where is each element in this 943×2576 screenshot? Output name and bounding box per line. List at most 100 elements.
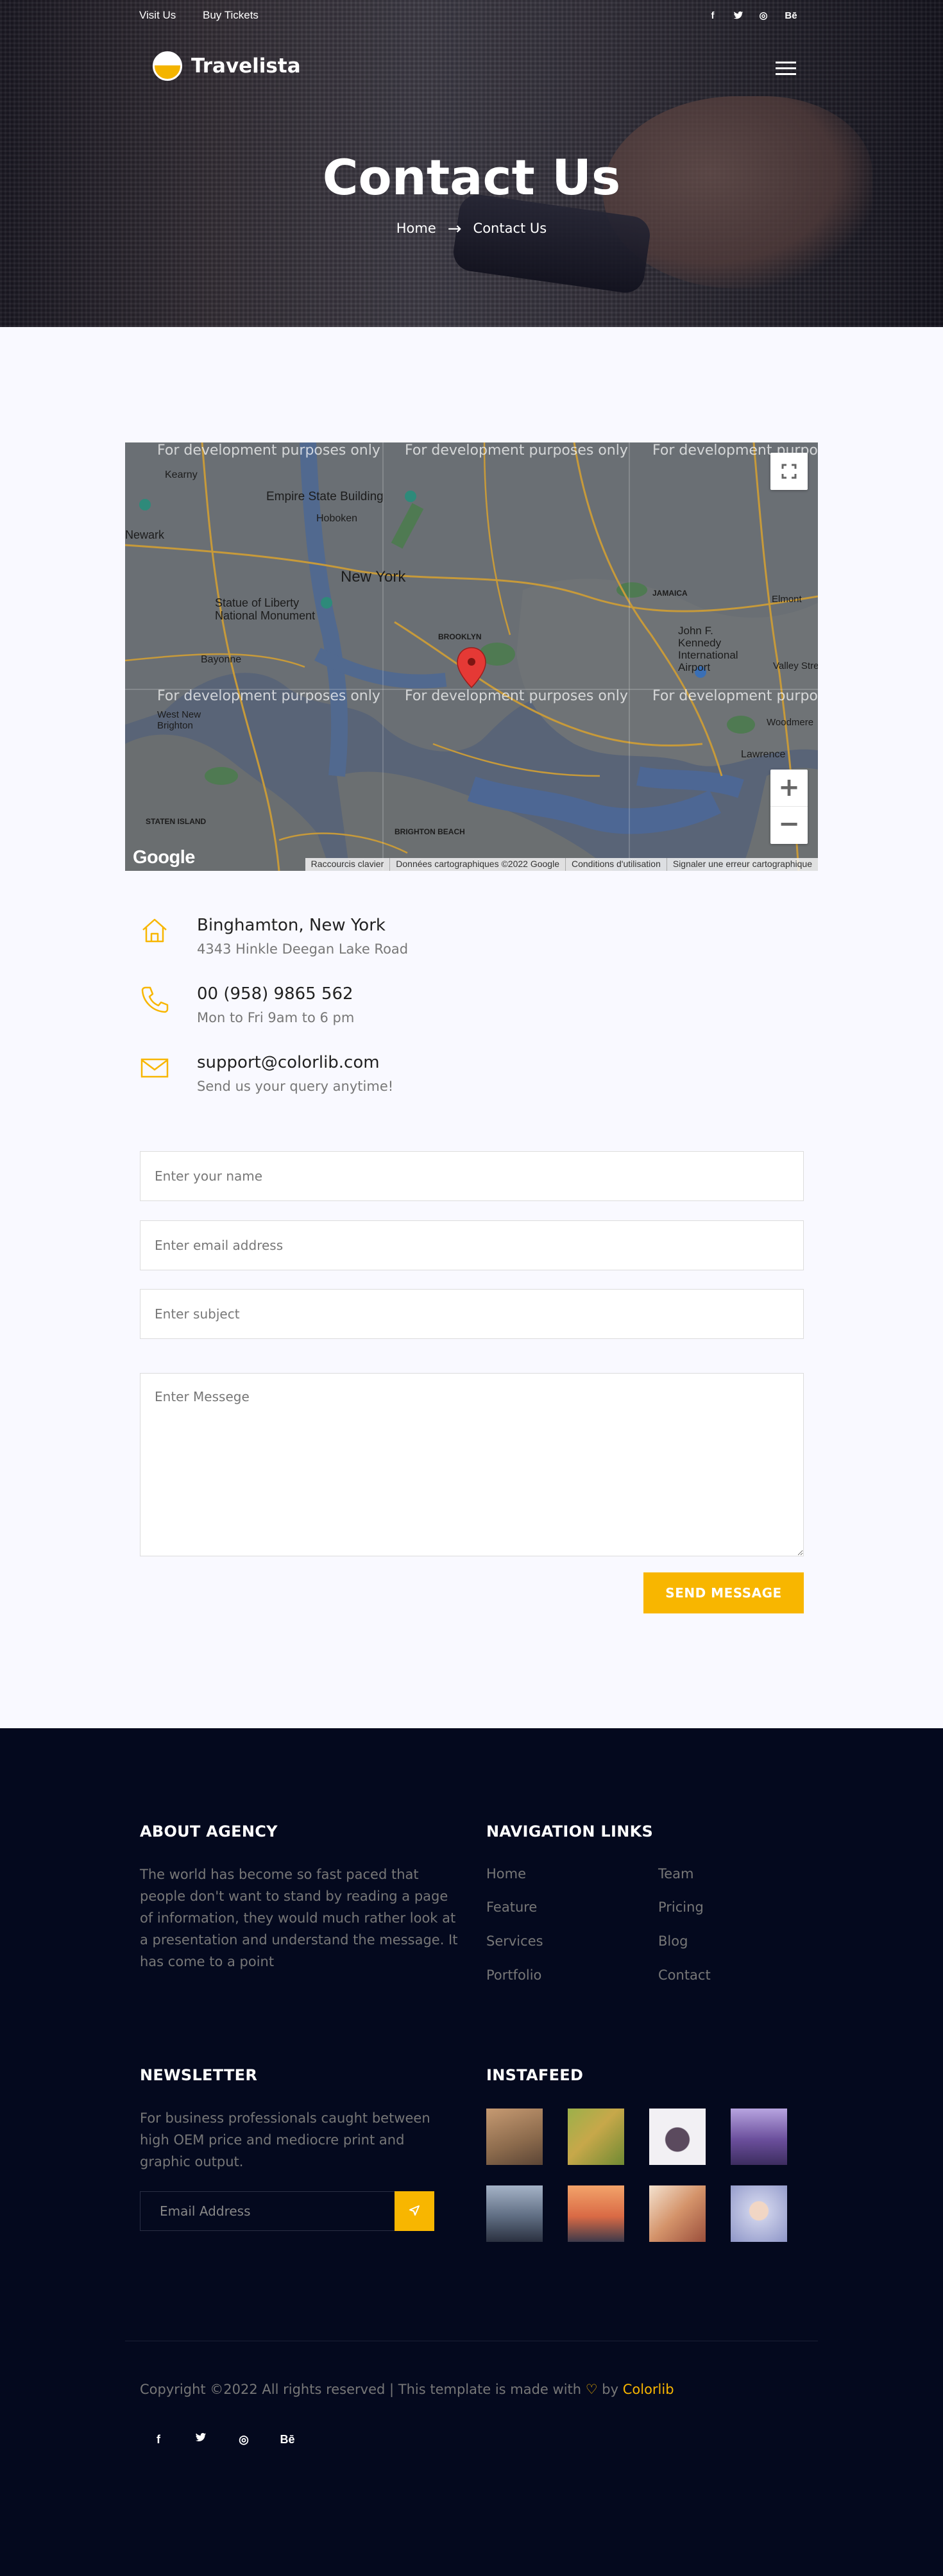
instafeed-heading: INSTAFEED xyxy=(486,2066,584,2084)
facebook-icon[interactable]: f xyxy=(151,2432,166,2447)
instafeed-photo[interactable] xyxy=(568,2185,624,2242)
footer-nav-feature[interactable]: Feature xyxy=(486,1899,537,1915)
map-label: Kearny xyxy=(165,469,198,480)
map-attribution: Raccourcis clavier Données cartographiqu… xyxy=(305,858,818,871)
report-error-link[interactable]: Signaler une erreur cartographique xyxy=(666,858,818,871)
hero-banner: Visit Us Buy Tickets f ◎ Bē Travelista C… xyxy=(0,0,943,327)
breadcrumb-home-link[interactable]: Home xyxy=(396,221,436,236)
name-field[interactable] xyxy=(140,1151,804,1201)
newsletter-heading: NEWSLETTER xyxy=(140,2066,258,2084)
newsletter-text: For business professionals caught betwee… xyxy=(140,2110,430,2169)
map-label: JAMAICA xyxy=(652,589,688,598)
paper-plane-icon xyxy=(409,2205,420,2216)
map-dev-notice: For development purposes only xyxy=(405,688,628,704)
address-title: Binghamton, New York xyxy=(197,916,386,935)
footer-nav-services[interactable]: Services xyxy=(486,1933,543,1949)
visit-us-link[interactable]: Visit Us xyxy=(139,9,176,22)
instafeed-photo[interactable] xyxy=(568,2109,624,2165)
send-message-button[interactable]: SEND MESSAGE xyxy=(643,1572,804,1613)
breadcrumb-current-link[interactable]: Contact Us xyxy=(473,221,547,236)
heart-icon: ♡ xyxy=(585,2382,598,2397)
contact-phone: 00 (958) 9865 562 Mon to Fri 9am to 6 pm xyxy=(140,984,473,1036)
footer-nav-blog[interactable]: Blog xyxy=(658,1933,688,1949)
instafeed-photo[interactable] xyxy=(731,2109,787,2165)
instafeed-photo[interactable] xyxy=(649,2185,706,2242)
map-label: Elmont xyxy=(772,594,802,605)
arrow-right-icon: → xyxy=(447,219,462,239)
footer-nav-contact[interactable]: Contact xyxy=(658,1967,711,1983)
phone-hours: Mon to Fri 9am to 6 pm xyxy=(197,1010,355,1025)
copyright-text: Copyright ©2022 All rights reserved | Th… xyxy=(140,2382,674,2397)
twitter-icon[interactable] xyxy=(732,10,745,22)
breadcrumb: Home → Contact Us xyxy=(0,219,943,239)
contact-address: Binghamton, New York 4343 Hinkle Deegan … xyxy=(140,916,473,967)
colorlib-link[interactable]: Colorlib xyxy=(623,2382,674,2397)
footer-nav-home[interactable]: Home xyxy=(486,1866,526,1881)
email-address[interactable]: support@colorlib.com xyxy=(197,1053,380,1072)
footer-nav-pricing[interactable]: Pricing xyxy=(658,1899,704,1915)
copyright-prefix: Copyright ©2022 All rights reserved | Th… xyxy=(140,2382,582,2397)
message-field[interactable] xyxy=(140,1373,804,1556)
map-dev-notice: For development purposes only xyxy=(405,442,628,459)
logo-icon xyxy=(153,51,182,81)
navigation-heading: NAVIGATION LINKS xyxy=(486,1823,654,1840)
copyright-by: by xyxy=(602,2382,619,2397)
zoom-controls: + − xyxy=(770,770,808,844)
brand-logo-link[interactable]: Travelista xyxy=(153,51,301,81)
map-label: Statue of Liberty National Monument xyxy=(215,596,316,622)
zoom-out-button[interactable]: − xyxy=(770,807,808,844)
map-label: Hoboken xyxy=(316,513,358,524)
map-label: Woodmere xyxy=(767,717,814,728)
footer-nav-team[interactable]: Team xyxy=(658,1866,694,1881)
map-label: New York xyxy=(341,568,406,585)
instafeed-photo[interactable] xyxy=(649,2109,706,2165)
map-label: Newark xyxy=(125,528,165,541)
email-subtitle: Send us your query anytime! xyxy=(197,1079,394,1094)
map-label: West New Brighton xyxy=(157,709,201,731)
map-label: Empire State Building xyxy=(266,490,384,503)
map-label: Bayonne xyxy=(201,654,242,665)
phone-number[interactable]: 00 (958) 9865 562 xyxy=(197,984,353,1004)
twitter-icon[interactable] xyxy=(193,2432,208,2447)
hamburger-menu-icon[interactable] xyxy=(776,62,796,76)
map-label: Valley Stre xyxy=(773,661,818,671)
page-title: Contact Us xyxy=(322,149,621,206)
zoom-in-button[interactable]: + xyxy=(770,770,808,807)
about-heading: ABOUT AGENCY xyxy=(140,1823,278,1840)
buy-tickets-link[interactable]: Buy Tickets xyxy=(203,9,259,22)
instafeed-photo[interactable] xyxy=(486,2109,543,2165)
footer-nav-portfolio[interactable]: Portfolio xyxy=(486,1967,541,1983)
subject-field[interactable] xyxy=(140,1289,804,1339)
google-logo[interactable]: Google xyxy=(133,847,195,868)
terms-of-use-link[interactable]: Conditions d'utilisation xyxy=(565,858,667,871)
dribbble-icon[interactable]: ◎ xyxy=(757,10,770,22)
newsletter-email-input[interactable] xyxy=(140,2191,395,2231)
map-label: BROOKLYN xyxy=(438,632,482,641)
facebook-icon[interactable]: f xyxy=(706,10,719,22)
dribbble-icon[interactable]: ◎ xyxy=(236,2432,251,2447)
fullscreen-icon[interactable] xyxy=(770,453,808,490)
envelope-icon xyxy=(140,1053,169,1082)
newsletter-submit-button[interactable] xyxy=(395,2191,434,2231)
google-map[interactable]: For development purposes only For develo… xyxy=(125,442,818,871)
instafeed-photo[interactable] xyxy=(731,2185,787,2242)
map-label: John F. Kennedy International Airport xyxy=(678,625,738,673)
keyboard-shortcuts-link[interactable]: Raccourcis clavier xyxy=(305,858,390,871)
phone-icon xyxy=(140,984,169,1014)
map-data-credit: Données cartographiques ©2022 Google xyxy=(389,858,565,871)
about-text: The world has become so fast paced that … xyxy=(140,1867,458,1969)
email-field[interactable] xyxy=(140,1220,804,1270)
brand-name: Travelista xyxy=(191,55,301,78)
address-subtitle: 4343 Hinkle Deegan Lake Road xyxy=(197,941,409,957)
map-dev-notice: For development purposes only xyxy=(157,688,380,704)
home-icon xyxy=(140,916,169,945)
map-dev-notice: For development purposes only xyxy=(652,688,818,704)
map-label: STATEN ISLAND xyxy=(146,817,207,826)
top-bar: Visit Us Buy Tickets f ◎ Bē xyxy=(139,9,804,23)
contact-email: support@colorlib.com Send us your query … xyxy=(140,1053,473,1104)
behance-icon[interactable]: Bē xyxy=(277,2432,298,2447)
map-dev-notice: For development purposes only xyxy=(157,442,380,459)
instafeed-photo[interactable] xyxy=(486,2185,543,2242)
map-label: Lawrence xyxy=(741,749,786,760)
behance-icon[interactable]: Bē xyxy=(785,10,797,22)
